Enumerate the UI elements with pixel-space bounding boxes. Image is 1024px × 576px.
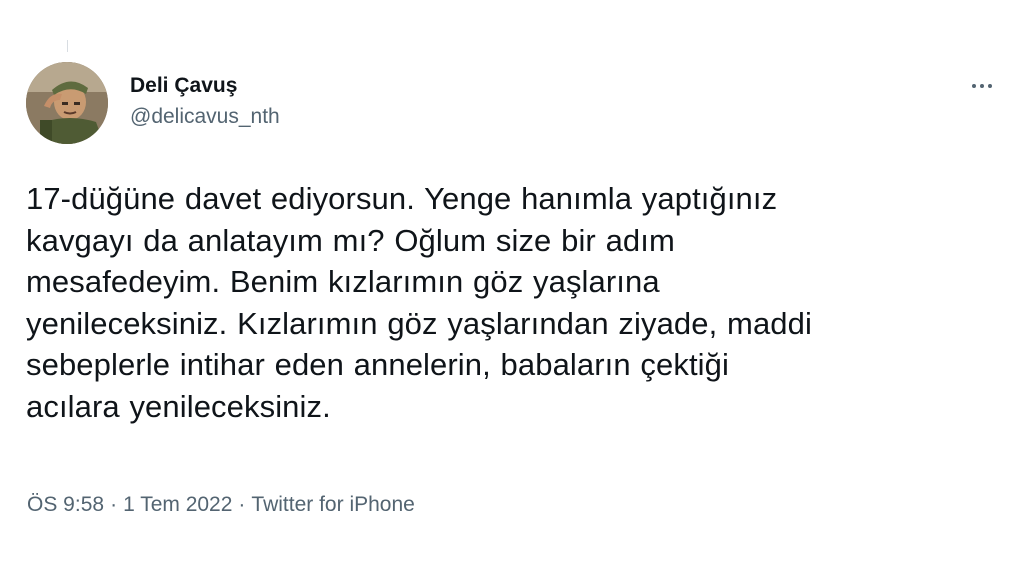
tweet-meta: ÖS 9:58 · 1 Tem 2022 · Twitter for iPhone — [27, 490, 415, 520]
saluting-soldier-avatar-icon — [26, 62, 108, 144]
ellipsis-icon — [972, 84, 976, 88]
avatar[interactable] — [26, 62, 108, 144]
tweet-text: 17-düğüne davet ediyorsun. Yenge hanımla… — [26, 178, 994, 427]
tweet-text-line: sebeplerle intihar eden annelerin, babal… — [26, 347, 729, 382]
meta-separator: · — [110, 493, 118, 516]
tweet-date[interactable]: 1 Tem 2022 — [123, 493, 232, 516]
tweet-text-line: 17-düğüne davet ediyorsun. Yenge hanımla… — [26, 181, 778, 216]
tweet-text-line: yenileceksiniz. Kızlarımın göz yaşlarınd… — [26, 305, 812, 341]
tweet-text-line: kavgayı da anlatayım mı? Oğlum size bir … — [26, 222, 675, 258]
tweet-text-line: acılara yenileceksiniz. — [26, 388, 331, 424]
tweet-text-line: mesafedeyim. Benim kızlarımın göz yaşlar… — [26, 264, 660, 299]
thread-connector-line — [67, 40, 68, 52]
author-display-name[interactable]: Deli Çavuş — [130, 72, 280, 100]
author-handle[interactable]: @delicavus_nth — [130, 102, 280, 132]
tweet-header: Deli Çavuş @delicavus_nth — [26, 62, 998, 148]
ellipsis-icon-dot — [980, 84, 984, 88]
ellipsis-icon-dot — [988, 84, 992, 88]
meta-separator: · — [238, 493, 246, 516]
tweet-source[interactable]: Twitter for iPhone — [251, 493, 414, 516]
tweet-time[interactable]: ÖS 9:58 — [27, 493, 104, 516]
author-names: Deli Çavuş @delicavus_nth — [130, 72, 280, 132]
tweet-card: Deli Çavuş @delicavus_nth 17-düğüne dave… — [0, 0, 1024, 576]
more-options-button[interactable] — [966, 74, 998, 98]
